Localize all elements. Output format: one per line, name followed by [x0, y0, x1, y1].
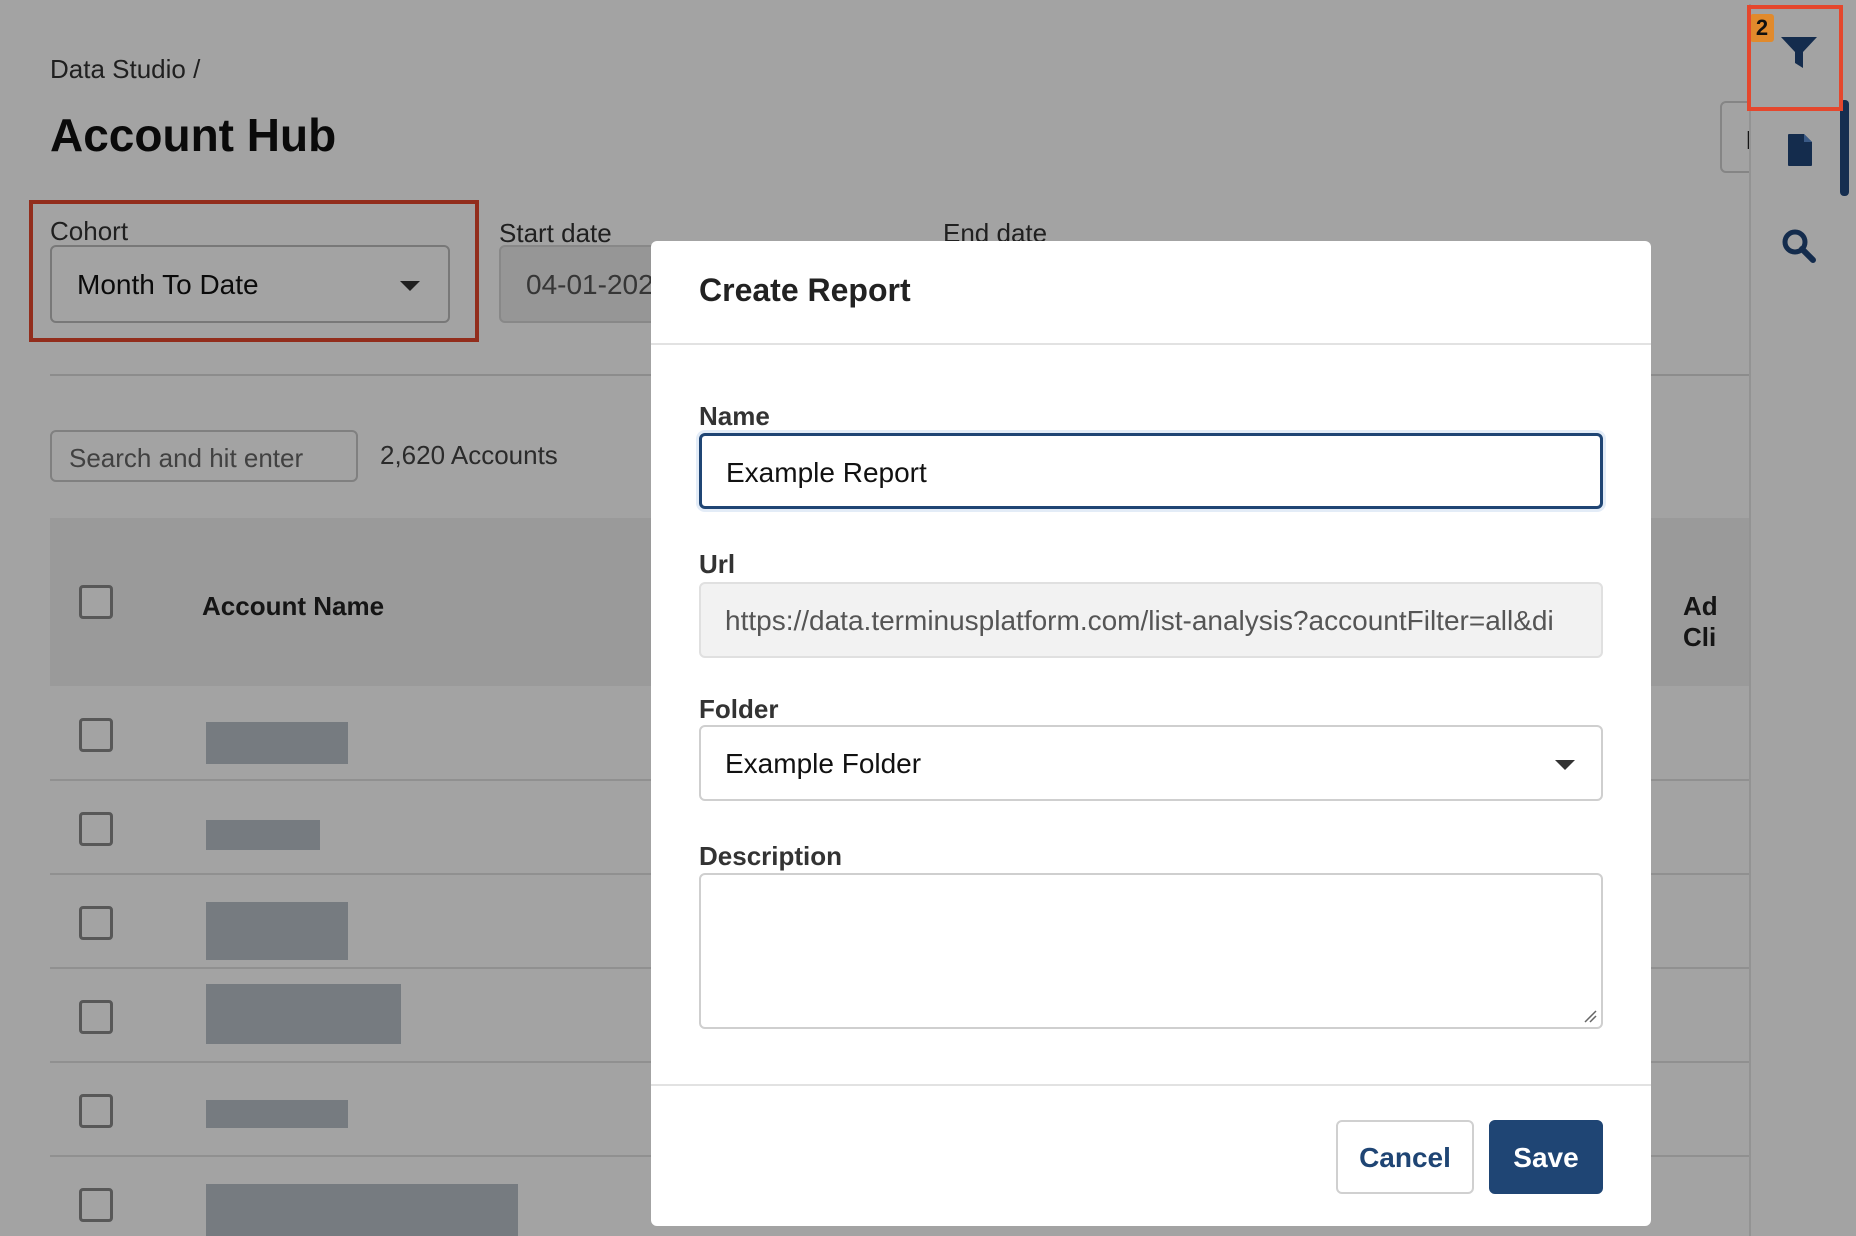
folder-value: Example Folder — [725, 748, 922, 779]
folder-label: Folder — [699, 694, 779, 724]
name-label: Name — [699, 401, 770, 431]
resize-handle-icon[interactable] — [1583, 1009, 1597, 1023]
dialog-footer: Cancel Save — [651, 1084, 1651, 1226]
report-url-field[interactable]: https://data.terminusplatform.com/list-a… — [699, 582, 1603, 658]
description-textarea[interactable] — [699, 873, 1603, 1029]
url-label: Url — [699, 549, 736, 579]
filter-highlight-box — [1747, 5, 1843, 111]
create-report-dialog: Create Report Name Example Report Url ht… — [651, 241, 1651, 1226]
document-icon[interactable] — [1787, 133, 1813, 167]
save-button[interactable]: Save — [1489, 1120, 1603, 1194]
report-name-input[interactable]: Example Report — [699, 433, 1603, 509]
folder-select[interactable]: Example Folder — [699, 725, 1603, 801]
description-label: Description — [699, 841, 843, 871]
search-icon[interactable] — [1782, 229, 1816, 263]
cancel-button[interactable]: Cancel — [1336, 1120, 1474, 1194]
dialog-title: Create Report — [651, 241, 1651, 345]
chevron-down-icon — [1555, 760, 1575, 770]
